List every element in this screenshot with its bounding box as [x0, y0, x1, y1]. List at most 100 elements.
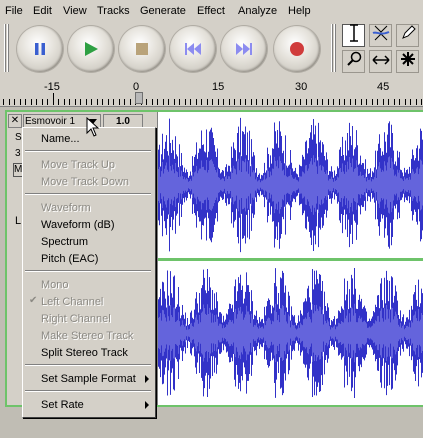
draw-tool-button[interactable]: [396, 24, 419, 47]
waveform-right-channel[interactable]: [158, 261, 423, 405]
toolbar-grip[interactable]: [4, 24, 10, 72]
menu-item-set-rate[interactable]: Set Rate: [41, 398, 84, 412]
ruler-label: 30: [295, 81, 308, 93]
ruler-tick: [300, 99, 301, 105]
ruler-tick: [47, 99, 48, 105]
multi-tool-button[interactable]: [396, 50, 419, 73]
ruler-tick: [3, 99, 4, 105]
menu-edit[interactable]: Edit: [33, 4, 52, 18]
ruler-tick: [201, 99, 202, 105]
ruler-tick: [53, 93, 54, 105]
waveform-left-channel[interactable]: [158, 112, 423, 258]
waveform-graph: [158, 268, 423, 398]
ruler-tick: [394, 99, 395, 105]
play-head-marker[interactable]: [135, 92, 143, 104]
ruler-tick: [234, 99, 235, 105]
ruler-tick: [86, 99, 87, 105]
ruler-tick: [58, 99, 59, 105]
ruler-tick: [388, 99, 389, 105]
ruler-tick: [262, 99, 263, 105]
ruler-tick: [278, 99, 279, 105]
mouse-cursor-icon: [86, 117, 100, 137]
menu-item-split-stereo[interactable]: Split Stereo Track: [41, 346, 128, 360]
menu-tracks[interactable]: Tracks: [97, 4, 130, 18]
ruler-tick: [130, 99, 131, 105]
menu-item-make-stereo: Make Stereo Track: [41, 330, 134, 342]
skip-to-start-button[interactable]: [170, 26, 216, 72]
ruler-tick: [333, 99, 334, 105]
menu-generate[interactable]: Generate: [140, 4, 186, 18]
record-icon: [274, 26, 320, 72]
menu-separator: [25, 150, 151, 152]
ruler-tick: [174, 99, 175, 105]
timeline-ruler[interactable]: -15 0 15 30 45: [0, 78, 423, 107]
time-shift-tool-button[interactable]: [369, 50, 392, 73]
menu-item-right-channel: Right Channel: [41, 313, 111, 325]
track-info-text: S: [15, 132, 22, 143]
ruler-tick: [355, 99, 356, 105]
ruler-tick: [124, 99, 125, 105]
menu-separator: [25, 193, 151, 195]
menu-analyze[interactable]: Analyze: [238, 4, 277, 18]
ruler-tick: [311, 99, 312, 105]
skip-to-end-icon: [221, 26, 267, 72]
envelope-tool-button[interactable]: [369, 24, 392, 47]
record-button[interactable]: [274, 26, 320, 72]
ruler-tick: [108, 99, 109, 105]
play-icon: [68, 26, 114, 72]
menu-help[interactable]: Help: [288, 4, 311, 18]
ruler-tick: [119, 99, 120, 105]
ruler-tick: [196, 99, 197, 105]
ruler-tick: [366, 99, 367, 105]
ruler-tick: [113, 99, 114, 105]
menu-effect[interactable]: Effect: [197, 4, 225, 18]
menu-item-waveform-db[interactable]: Waveform (dB): [41, 218, 115, 232]
ruler-tick: [9, 99, 10, 105]
close-track-button[interactable]: ✕: [8, 114, 22, 128]
ruler-tick: [350, 99, 351, 105]
submenu-arrow-icon: [145, 401, 149, 409]
ruler-label: 15: [212, 81, 225, 93]
skip-to-start-icon: [170, 26, 216, 72]
menu-item-pitch[interactable]: Pitch (EAC): [41, 252, 98, 266]
ruler-tick: [20, 99, 21, 105]
ruler-label: -15: [44, 81, 60, 93]
ruler-tick: [42, 99, 43, 105]
ruler-tick: [289, 99, 290, 105]
tools-grip[interactable]: [331, 24, 337, 72]
ruler-tick: [372, 99, 373, 105]
ruler-tick: [322, 99, 323, 105]
ruler-tick: [377, 99, 378, 105]
menu-view[interactable]: View: [63, 4, 87, 18]
checkmark-icon: ✔: [29, 295, 38, 306]
menu-item-left-channel: Left Channel: [41, 296, 104, 308]
waveform-graph: [158, 117, 423, 253]
i-beam-icon: [348, 24, 360, 47]
stop-button[interactable]: [119, 26, 165, 72]
pause-icon: [17, 26, 63, 72]
menu-item-sample-format[interactable]: Set Sample Format: [41, 372, 136, 386]
ruler-tick: [240, 99, 241, 105]
menu-item-spectrum[interactable]: Spectrum: [41, 235, 88, 249]
ruler-tick: [185, 99, 186, 105]
ruler-tick: [157, 99, 158, 105]
ruler-tick: [168, 99, 169, 105]
menu-item-waveform: Waveform: [41, 202, 91, 214]
menu-item-mono: Mono: [41, 279, 69, 291]
zoom-tool-button[interactable]: [342, 50, 365, 73]
ruler-tick: [91, 99, 92, 105]
pause-button[interactable]: [17, 26, 63, 72]
stop-icon: [119, 26, 165, 72]
play-button[interactable]: [68, 26, 114, 72]
skip-to-end-button[interactable]: [221, 26, 267, 72]
menu-file[interactable]: File: [5, 4, 23, 18]
menu-item-name[interactable]: Name...: [41, 132, 80, 146]
ruler-tick: [273, 99, 274, 105]
menu-bar: File Edit View Tracks Generate Effect An…: [0, 0, 423, 20]
ruler-tick: [416, 99, 417, 105]
pencil-icon: [400, 25, 416, 46]
ruler-tick: [190, 99, 191, 105]
selection-tool-button[interactable]: [342, 24, 365, 47]
ruler-tick: [75, 99, 76, 105]
ruler-tick: [405, 99, 406, 105]
